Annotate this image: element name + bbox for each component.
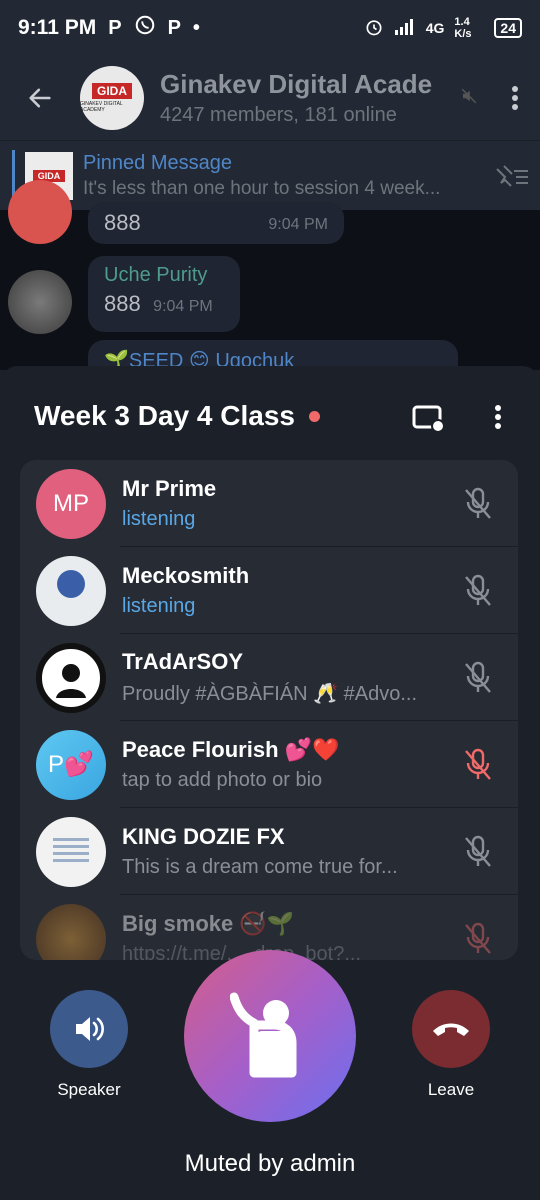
- participant-status: Proudly #ÀGBÀFIÁN 🥂 #Advo...: [122, 683, 418, 705]
- signal-icon: [394, 18, 416, 39]
- avatar: P💕: [36, 729, 106, 800]
- p-notification-icon: P: [108, 16, 122, 39]
- message-text: 888: [104, 210, 141, 235]
- message-bubble[interactable]: Uche Purity 888 9:04 PM: [88, 256, 240, 332]
- sender-avatar[interactable]: [8, 180, 72, 244]
- group-avatar[interactable]: GIDA GINAKEV DIGITAL ACADEMY: [80, 66, 144, 130]
- avatar: MP: [36, 468, 106, 539]
- participant-status: listening: [122, 595, 196, 617]
- avatar-initials: P💕: [48, 751, 94, 778]
- battery-icon: 24: [494, 18, 522, 38]
- avatar: [36, 903, 106, 960]
- participant-row[interactable]: KING DOZIE FX This is a dream come true …: [20, 808, 518, 895]
- mic-muted-icon: [438, 487, 518, 521]
- p-notification-icon: P: [167, 16, 181, 39]
- chat-background: 888 9:04 PM Uche Purity 888 9:04 PM 🌱SEE…: [0, 180, 540, 380]
- muted-status: Muted by admin: [184, 1150, 356, 1177]
- participant-name: TrAdArSOY: [122, 649, 244, 674]
- avatar-badge: GIDA: [92, 83, 132, 99]
- voice-chat-title: Week 3 Day 4 Class: [34, 400, 295, 431]
- speaker-button[interactable]: [50, 990, 128, 1068]
- sender-name: Uche Purity: [104, 264, 208, 286]
- participant-name: KING DOZIE FX: [122, 824, 285, 849]
- leave-button[interactable]: [412, 990, 490, 1068]
- pinned-body: It's less than one hour to session 4 wee…: [83, 177, 441, 199]
- mic-muted-icon: [438, 835, 518, 869]
- participants-list: MP Mr Prime listening Meckosmith listeni…: [20, 460, 518, 960]
- avatar: [36, 816, 106, 887]
- participant-status: listening: [122, 508, 196, 530]
- status-bar: 9:11 PM P P • 4G 1.4 K/s 24: [0, 0, 540, 56]
- pinned-title: Pinned Message: [83, 151, 232, 174]
- dot-icon: •: [192, 16, 200, 39]
- raise-hand-button[interactable]: [184, 950, 356, 1122]
- avatar-initials: MP: [53, 489, 89, 517]
- mic-muted-icon: [438, 661, 518, 695]
- more-menu-button[interactable]: [490, 85, 540, 111]
- muted-icon: [460, 87, 490, 110]
- group-subtitle: 4247 members, 181 online: [160, 104, 397, 126]
- message-time: 9:04 PM: [153, 298, 213, 315]
- chat-header: GIDA GINAKEV DIGITAL ACADEMY Ginakev Dig…: [0, 56, 540, 140]
- back-arrow-icon: [29, 88, 51, 108]
- avatar-subtext: GINAKEV DIGITAL ACADEMY: [80, 101, 123, 113]
- alarm-icon: [364, 17, 384, 40]
- header-text[interactable]: Ginakev Digital Acade 4247 members, 181 …: [160, 69, 460, 127]
- speaker-icon: [76, 1017, 104, 1041]
- more-vertical-icon: [512, 86, 518, 110]
- group-title: Ginakev Digital Acade: [160, 69, 433, 99]
- status-time: 9:11 PM: [18, 16, 97, 39]
- participant-status: tap to add photo or bio: [122, 769, 323, 791]
- more-vertical-icon: [495, 405, 501, 429]
- message-time: 9:04 PM: [268, 216, 328, 233]
- participant-row[interactable]: Meckosmith listening: [20, 547, 518, 634]
- pinned-message[interactable]: GIDA Pinned Message It's less than one h…: [0, 140, 540, 210]
- message-text: 888: [104, 291, 141, 316]
- pinned-list-icon[interactable]: [484, 163, 540, 189]
- speaker-label: Speaker: [57, 1080, 121, 1099]
- avatar: [36, 642, 106, 713]
- participant-name: Meckosmith: [122, 563, 250, 588]
- network-type: 4G: [425, 20, 445, 36]
- participant-row[interactable]: P💕 Peace Flourish 💕❤️ tap to add photo o…: [20, 721, 518, 808]
- data-speed: 1.4 K/s: [454, 16, 472, 40]
- screen-share-icon: [412, 405, 445, 433]
- screen-share-button[interactable]: [412, 404, 446, 439]
- participant-name: Peace Flourish 💕❤️: [122, 737, 340, 762]
- recording-indicator: [308, 410, 320, 422]
- back-button[interactable]: [0, 84, 80, 112]
- message-bubble[interactable]: 888 9:04 PM: [88, 202, 344, 244]
- mic-muted-red-icon: [438, 922, 518, 956]
- voice-chat-header: Week 3 Day 4 Class: [0, 384, 540, 448]
- participant-name: Mr Prime: [122, 476, 217, 501]
- participant-name: Big smoke 🚭🌱: [122, 911, 295, 936]
- mic-muted-red-icon: [438, 748, 518, 782]
- participant-status: This is a dream come true for...: [122, 856, 398, 878]
- raise-hand-icon: [230, 992, 297, 1078]
- avatar: [36, 555, 106, 626]
- participant-row[interactable]: TrAdArSOY Proudly #ÀGBÀFIÁN 🥂 #Advo...: [20, 634, 518, 721]
- whatsapp-icon: [134, 14, 156, 42]
- hang-up-icon: [433, 1023, 469, 1036]
- participant-row[interactable]: MP Mr Prime listening: [20, 460, 518, 547]
- mic-muted-icon: [438, 574, 518, 608]
- leave-label: Leave: [427, 1080, 475, 1099]
- voice-chat-more-button[interactable]: [494, 404, 502, 435]
- sender-avatar[interactable]: [8, 270, 72, 334]
